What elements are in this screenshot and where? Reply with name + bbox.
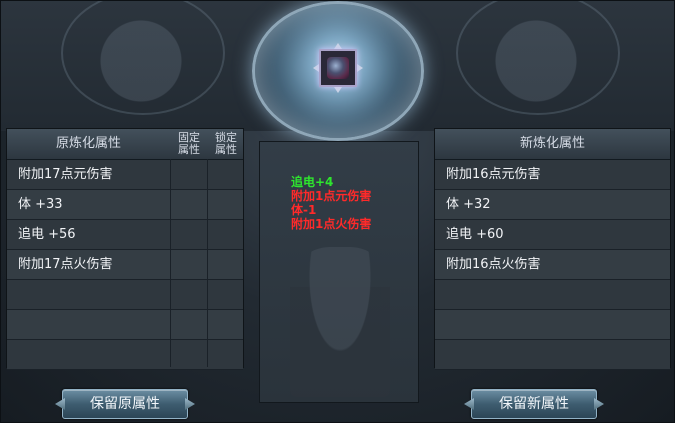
column-divider [170, 159, 171, 367]
lock-attribute-column-label: 锁定 属性 [208, 132, 244, 156]
attribute-change-panel: 追电+4 附加1点元伤害 体-1 附加1点火伤害 [259, 141, 419, 403]
item-slot[interactable] [319, 49, 357, 87]
new-attributes-panel: 新炼化属性 附加16点元伤害体 +32 追电 +60 附加16点火伤害 [434, 128, 671, 370]
fixed-attribute-column-label: 固定 属性 [171, 132, 207, 156]
attribute-text: 追电 +56 [18, 227, 76, 242]
attribute-change-text: 体-1 [291, 203, 317, 217]
attribute-text: 体 +33 [18, 197, 63, 212]
attribute-text: 附加16点元伤害 [446, 167, 541, 182]
fixed-label: 固定 属性 [178, 131, 200, 156]
attribute-row [435, 340, 670, 370]
original-attributes-title: 原炼化属性 [55, 136, 121, 151]
armor-icon [327, 57, 349, 79]
refine-window: 原炼化属性 固定 属性 锁定 属性 附加17点元伤害体 +33 追电 +56 附加17点… [0, 0, 675, 423]
slot-arrow-right-icon [357, 64, 363, 72]
attribute-change-text: 附加1点元伤害 [291, 189, 372, 203]
attribute-row [435, 280, 670, 310]
attribute-change-text: 附加1点火伤害 [291, 217, 372, 231]
attribute-text: 附加17点元伤害 [18, 167, 113, 182]
attribute-text: 附加17点火伤害 [18, 257, 113, 272]
new-attributes-list: 附加16点元伤害体 +32 追电 +60 附加16点火伤害 [435, 160, 670, 370]
attribute-text: 体 +32 [446, 197, 491, 212]
attribute-text: 追电 +60 [446, 227, 504, 242]
original-attributes-panel: 原炼化属性 固定 属性 锁定 属性 附加17点元伤害体 +33 追电 +56 附加17点… [6, 128, 244, 370]
attribute-row: 追电 +60 [435, 220, 670, 250]
column-divider [207, 159, 208, 367]
new-attributes-header: 新炼化属性 [435, 129, 670, 160]
original-attributes-header: 原炼化属性 固定 属性 锁定 属性 [7, 129, 243, 160]
slot-arrow-down-icon [334, 87, 342, 93]
keep-original-button[interactable]: 保留原属性 [62, 389, 188, 419]
attribute-text: 附加16点火伤害 [446, 257, 541, 272]
lock-label: 锁定 属性 [215, 131, 237, 156]
attribute-row [435, 310, 670, 340]
attribute-row: 附加16点火伤害 [435, 250, 670, 280]
new-attributes-title: 新炼化属性 [519, 136, 585, 151]
attribute-row: 附加16点元伤害 [435, 160, 670, 190]
lantern-decoration [290, 247, 390, 397]
keep-new-button[interactable]: 保留新属性 [471, 389, 597, 419]
attribute-change-text: 追电+4 [291, 175, 334, 189]
attribute-row: 体 +32 [435, 190, 670, 220]
